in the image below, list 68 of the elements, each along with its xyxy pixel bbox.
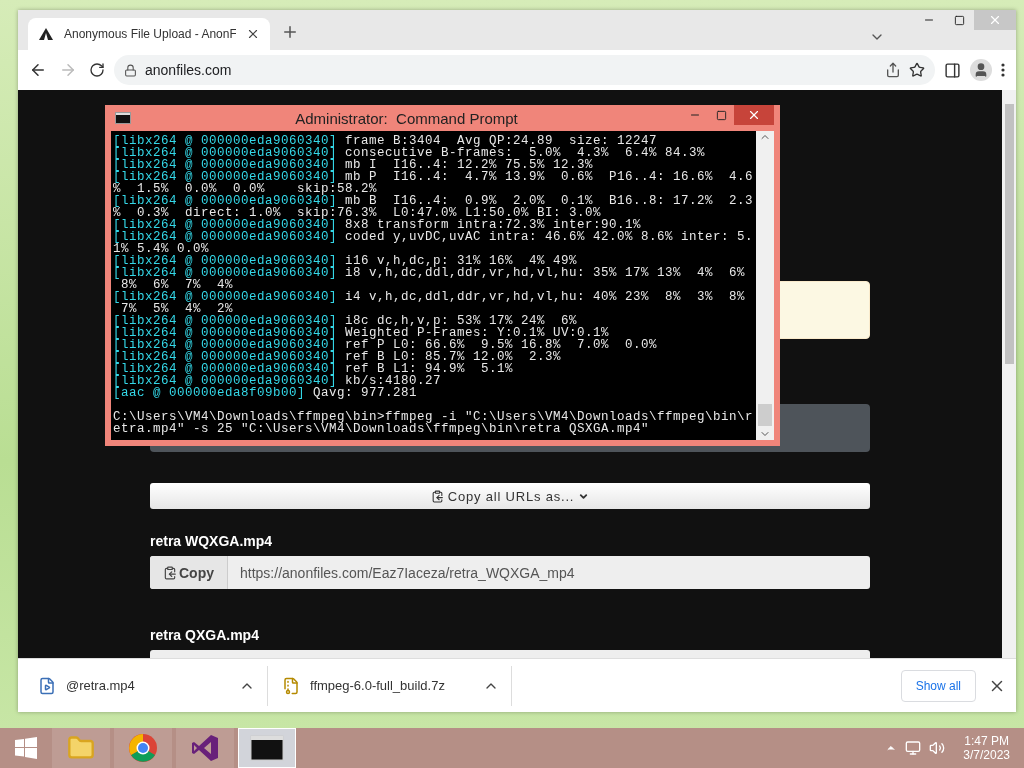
maximize-icon bbox=[715, 109, 727, 121]
bookmark-star-icon[interactable] bbox=[909, 62, 925, 78]
console-line: [libx264 @ 000000eda9060340] ref P L0: 66.6% 9.5% 16.8% 7.0% 0.0% bbox=[113, 339, 659, 351]
console-line: 1% 5.4% 0.0% bbox=[113, 243, 209, 255]
console-line: C:\Users\VM4\Downloads\ffmpeg\bin>ffmpeg -i "C:\Users\VM4\Downloads\ffmpeg\bin\r bbox=[113, 411, 754, 423]
lock-icon bbox=[124, 63, 137, 77]
close-icon bbox=[747, 108, 761, 122]
reload-icon bbox=[89, 62, 105, 78]
video-file-icon bbox=[38, 676, 56, 695]
archive-file-icon bbox=[282, 676, 300, 695]
chrome-icon bbox=[128, 733, 158, 763]
share-icon[interactable] bbox=[885, 62, 901, 78]
console-line: [libx264 @ 000000eda9060340] kb/s:4180.27 bbox=[113, 375, 443, 387]
address-bar[interactable]: anonfiles.com bbox=[114, 55, 935, 85]
console-line: [libx264 @ 000000eda9060340] i8 v,h,dc,ddl,ddr,vr,hd,vl,hu: 35% 17% 13% 4% 6% bbox=[113, 267, 747, 279]
console-scrollbar[interactable] bbox=[756, 131, 774, 440]
close-button[interactable] bbox=[734, 105, 774, 125]
console-line: % 0.3% direct: 1.0% skip:76.3% L0:47.0% L1:50.0% BI: 3.0% bbox=[113, 207, 602, 219]
console-line: [libx264 @ 000000eda9060340] frame B:3404 Avg QP:24.89 size: 12247 bbox=[113, 135, 659, 147]
console-line: [libx264 @ 000000eda9060340] mb I I16..4: 12.2% 75.5% 12.3% bbox=[113, 159, 595, 171]
console-line: [libx264 @ 000000eda9060340] i16 v,h,dc,p: 31% 16% 4% 49% bbox=[113, 255, 578, 267]
console-line: [libx264 @ 000000eda9060340] ref B L1: 94.9% 5.1% bbox=[113, 363, 515, 375]
console-line: [libx264 @ 000000eda9060340] i8c dc,h,v,p: 53% 17% 24% 6% bbox=[113, 315, 578, 327]
file-name: retra WQXGA.mp4 bbox=[150, 533, 274, 549]
infinity-logo-icon bbox=[190, 733, 220, 763]
scrollbar[interactable] bbox=[1002, 90, 1016, 658]
console-line: [libx264 @ 000000eda9060340] Weighted P-Frames: Y:0.1% UV:0.1% bbox=[113, 327, 611, 339]
scroll-thumb[interactable] bbox=[758, 404, 772, 426]
profile-button[interactable] bbox=[970, 59, 992, 81]
browser-tab[interactable]: Anonymous File Upload - AnonF bbox=[28, 18, 270, 50]
download-item[interactable]: ffmpeg-6.0-full_build.7z bbox=[282, 665, 512, 706]
terminal-icon bbox=[250, 735, 284, 761]
clipboard-icon bbox=[163, 565, 177, 580]
close-icon bbox=[988, 13, 1002, 27]
console-line: [libx264 @ 000000eda9060340] ref B L0: 85.7% 12.0% 2.3% bbox=[113, 351, 563, 363]
download-item[interactable]: @retra.mp4 bbox=[38, 665, 268, 706]
folder-icon bbox=[67, 734, 95, 762]
url-field[interactable]: Copy https://anonfiles.com/Eaz7Iaceza/retra_WQXGA_mp4 bbox=[150, 556, 870, 589]
console-icon bbox=[115, 112, 131, 124]
volume-icon[interactable] bbox=[929, 740, 946, 756]
clipboard-icon bbox=[430, 489, 444, 503]
console-line: 7% 5% 4% 2% bbox=[121, 303, 234, 315]
close-tab-icon[interactable] bbox=[246, 27, 260, 41]
network-icon[interactable] bbox=[905, 740, 922, 756]
console-line: [libx264 @ 000000eda9060340] consecutive B-frames: 5.0% 4.3% 6.4% 84.3% bbox=[113, 147, 707, 159]
copy-button[interactable]: Copy bbox=[150, 556, 228, 589]
windows-logo-icon bbox=[15, 737, 37, 759]
console-line: [libx264 @ 000000eda9060340] mb B I16..4: 0.9% 2.0% 0.1% B16..8: 17.2% 2.3 bbox=[113, 195, 754, 207]
console-line: 8% 6% 7% 4% bbox=[121, 279, 234, 291]
tent-logo-icon bbox=[38, 27, 54, 41]
console-line: % 1.5% 0.0% 0.0% skip:58.2% bbox=[113, 183, 379, 195]
taskbar-app[interactable] bbox=[238, 728, 296, 768]
console-title: Administrator: Command Prompt bbox=[294, 109, 519, 127]
show-all-button[interactable]: Show all bbox=[900, 669, 976, 702]
side-panel-icon bbox=[944, 61, 961, 79]
console-line: [libx264 @ 000000eda9060340] coded y,uvDC,uvAC intra: 46.6% 42.0% 8.6% inter: 5. bbox=[113, 231, 754, 243]
copy-all-urls-button[interactable]: Copy all URLs as... bbox=[150, 483, 870, 509]
console-line: [libx264 @ 000000eda9060340] mb P I16..4: 4.7% 13.9% 0.6% P16..4: 16.6% 4.6 bbox=[113, 171, 754, 183]
console-line: [libx264 @ 000000eda9060340] i4 v,h,dc,ddl,ddr,vr,hd,vl,hu: 40% 23% 8% 3% 8% bbox=[113, 291, 747, 303]
console-line: etra.mp4" -s 25 "C:\Users\VM4\Downloads\ffmpeg\bin\retra QSXGA.mp4" bbox=[113, 423, 650, 435]
file-name: retra QXGA.mp4 bbox=[150, 627, 260, 643]
plus-icon bbox=[281, 23, 299, 41]
person-icon bbox=[973, 62, 989, 78]
maximize-icon bbox=[953, 14, 965, 26]
console-line: [aac @ 000000eda8f09b00] Qavg: 977.281 bbox=[113, 387, 419, 399]
console-line: [libx264 @ 000000eda9060340] 8x8 transform intra:72.3% inter:90.1% bbox=[113, 219, 642, 231]
menu-icon bbox=[1001, 63, 1005, 77]
forward-arrow-icon bbox=[59, 61, 77, 79]
